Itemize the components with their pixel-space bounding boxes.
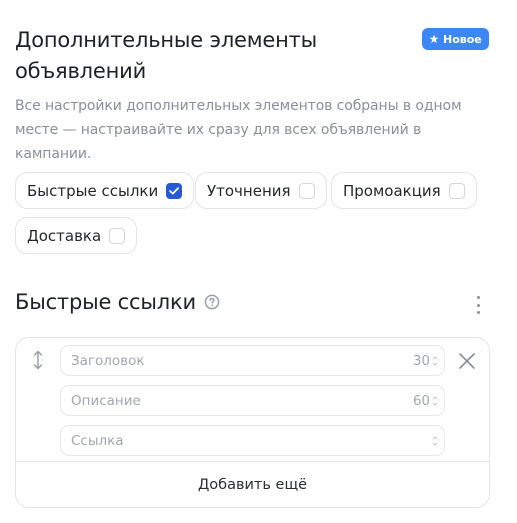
- question-circle-icon[interactable]: [204, 294, 220, 310]
- close-icon[interactable]: [458, 352, 476, 370]
- link-input[interactable]: Ссылка: [60, 425, 445, 456]
- checkbox[interactable]: [448, 182, 465, 199]
- description: Все настройки дополнительных элементов с…: [15, 98, 462, 162]
- panel-title: Дополнительные элементы объявлений: [15, 28, 318, 83]
- add-more-button[interactable]: Добавить ещё: [16, 461, 489, 507]
- resize-icon: [432, 395, 438, 406]
- description-counter: 60: [412, 392, 430, 409]
- drag-handle-icon[interactable]: [31, 350, 45, 370]
- chip-label: Быстрые ссылки: [27, 181, 159, 200]
- resize-icon: [432, 355, 438, 366]
- chip-delivery[interactable]: Доставка: [15, 217, 138, 254]
- section-title-text: Быстрые ссылки: [15, 290, 196, 314]
- title-placeholder: Заголовок: [71, 352, 145, 369]
- checkmark-icon: [169, 186, 180, 194]
- checkbox-checked[interactable]: [166, 182, 183, 199]
- title-input[interactable]: Заголовок 30: [60, 345, 445, 376]
- link-placeholder: Ссылка: [71, 432, 124, 449]
- resize-icon: [432, 435, 438, 446]
- chip-refinements[interactable]: Уточнения: [195, 172, 327, 209]
- checkbox[interactable]: [298, 182, 315, 199]
- chip-label: Уточнения: [207, 181, 291, 200]
- section-title: Быстрые ссылки: [15, 290, 220, 314]
- description-placeholder: Описание: [71, 392, 141, 409]
- kebab-menu-icon[interactable]: [470, 294, 486, 316]
- star-icon: [429, 34, 439, 43]
- new-badge-label: Новое: [443, 32, 482, 46]
- checkbox[interactable]: [109, 227, 126, 244]
- description-input[interactable]: Описание 60: [60, 385, 445, 416]
- chip-promo[interactable]: Промоакция: [331, 172, 477, 209]
- new-badge: Новое: [422, 28, 489, 50]
- chip-label: Доставка: [27, 226, 102, 245]
- chip-label: Промоакция: [343, 181, 441, 200]
- chip-quick-links[interactable]: Быстрые ссылки: [15, 172, 195, 209]
- title-counter: 30: [412, 352, 430, 369]
- quick-link-card: Заголовок 30 Описание 60 Ссылка Добавить…: [15, 337, 490, 508]
